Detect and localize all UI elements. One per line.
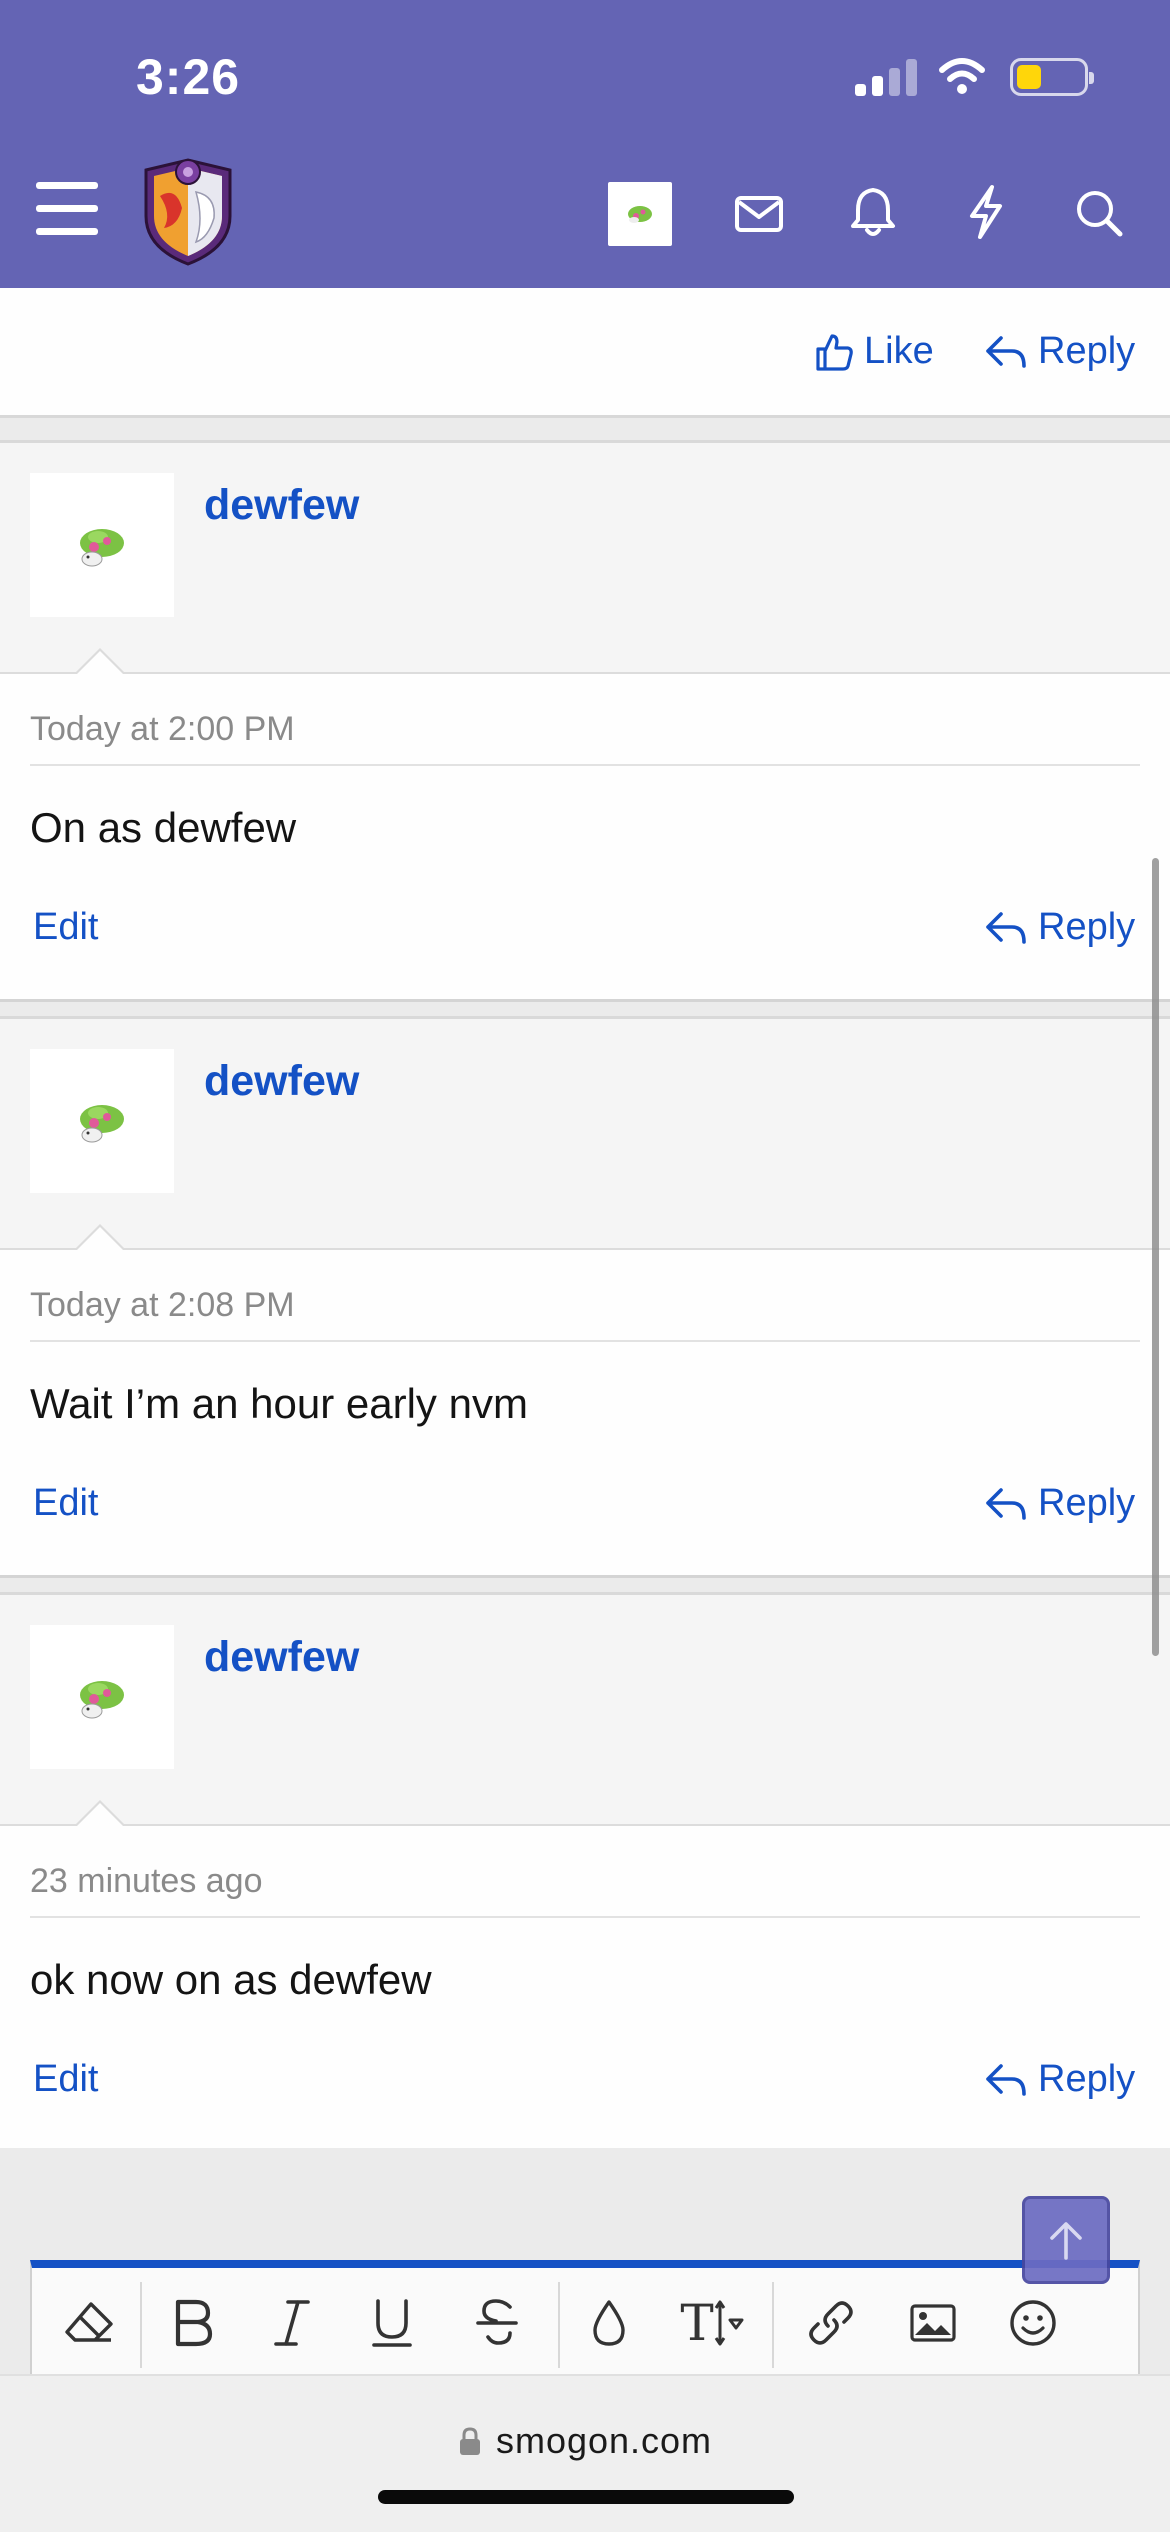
reply-icon (986, 911, 1026, 944)
reply-button[interactable]: Reply (984, 330, 1135, 373)
whats-new-icon[interactable] (966, 184, 1006, 240)
rich-text-toolbar: T (30, 2260, 1140, 2374)
underline-icon[interactable] (357, 2288, 427, 2358)
like-label: Like (864, 330, 934, 372)
arrow-up-icon (1050, 2222, 1082, 2260)
edit-button[interactable]: Edit (33, 906, 98, 949)
like-button[interactable]: Like (814, 330, 934, 373)
reply-label: Reply (1038, 906, 1136, 948)
strikethrough-icon[interactable] (462, 2288, 532, 2358)
font-size-icon[interactable]: T (672, 2288, 752, 2358)
menu-icon[interactable] (30, 176, 106, 242)
shaymin-sprite-icon (80, 1105, 124, 1143)
url-text: smogon.com (495, 2420, 713, 2461)
inbox-icon[interactable] (734, 192, 784, 236)
post-user-block: dewfew (0, 1592, 1170, 1824)
previous-post-footer: Like Reply (0, 288, 1170, 418)
post-date[interactable]: Today at 2:00 PM (30, 710, 295, 749)
site-logo[interactable] (138, 156, 238, 268)
post-username[interactable]: dewfew (204, 481, 359, 530)
lock-icon (459, 2427, 480, 2455)
avatar[interactable] (30, 473, 174, 617)
app-header: 3:26 (0, 0, 1170, 288)
search-icon[interactable] (1074, 188, 1124, 238)
text-color-icon[interactable] (574, 2288, 644, 2358)
post-user-block: dewfew (0, 1016, 1170, 1248)
link-icon[interactable] (796, 2288, 866, 2358)
scroll-to-top-button[interactable] (1022, 2196, 1110, 2284)
divider (30, 764, 1140, 766)
reply-icon (986, 335, 1026, 368)
alerts-icon[interactable] (850, 186, 896, 238)
italic-icon[interactable] (257, 2288, 327, 2358)
divider (30, 1916, 1140, 1918)
divider (30, 1340, 1140, 1342)
reply-label: Reply (1038, 1482, 1136, 1524)
post-username[interactable]: dewfew (204, 1633, 359, 1682)
reply-button[interactable]: Reply (984, 2058, 1135, 2101)
cellular-signal-icon (855, 58, 917, 96)
image-icon[interactable] (898, 2288, 968, 2358)
font-size-glyph: T (680, 2294, 714, 2352)
post-date[interactable]: Today at 2:08 PM (30, 1286, 295, 1325)
post-user-block: dewfew (0, 440, 1170, 672)
avatar[interactable] (30, 1625, 174, 1769)
post-username[interactable]: dewfew (204, 1057, 359, 1106)
status-time: 3:26 (136, 49, 241, 105)
post-caret (74, 1224, 126, 1251)
battery-icon (1010, 58, 1094, 96)
shaymin-sprite-icon (628, 206, 652, 223)
edit-button[interactable]: Edit (33, 2058, 98, 2101)
reply-icon (986, 2063, 1026, 2096)
post-text: On as dewfew (30, 804, 297, 851)
post-body: 23 minutes ago ok now on as dewfew Edit … (0, 1800, 1170, 2154)
post-text: Wait I’m an hour early nvm (30, 1380, 528, 1427)
reply-button[interactable]: Reply (984, 1482, 1135, 1525)
user-avatar[interactable] (608, 182, 672, 246)
reply-label: Reply (1038, 330, 1136, 372)
edit-button[interactable]: Edit (33, 1482, 98, 1525)
post-caret (74, 648, 126, 675)
reply-button[interactable]: Reply (984, 906, 1135, 949)
eraser-icon[interactable] (54, 2288, 124, 2358)
avatar[interactable] (30, 1049, 174, 1193)
post-body: Today at 2:00 PM On as dewfew Edit Reply (0, 648, 1170, 1002)
post-date[interactable]: 23 minutes ago (30, 1862, 263, 1901)
shaymin-sprite-icon (80, 529, 124, 567)
bold-icon[interactable] (157, 2288, 227, 2358)
post-body: Today at 2:08 PM Wait I’m an hour early … (0, 1224, 1170, 1578)
post-caret (74, 1800, 126, 1827)
home-indicator[interactable] (378, 2490, 794, 2504)
post-text: ok now on as dewfew (30, 1956, 432, 2003)
reply-label: Reply (1038, 2058, 1136, 2100)
wifi-icon (939, 58, 985, 94)
shaymin-sprite-icon (80, 1681, 124, 1719)
reply-icon (986, 1487, 1026, 1520)
browser-address-bar[interactable]: smogon.com (0, 2374, 1170, 2532)
thumbs-up-icon (816, 333, 853, 371)
emoji-icon[interactable] (998, 2288, 1068, 2358)
page-scrollbar[interactable] (1152, 858, 1159, 1656)
